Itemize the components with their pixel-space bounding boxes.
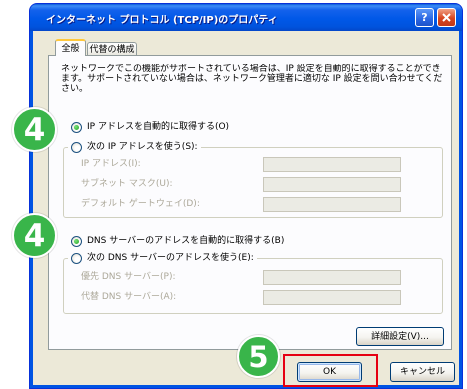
default-gateway-label: デフォルト ゲートウェイ(D): (81, 199, 200, 209)
ip-address-label: IP アドレス(I): (81, 159, 141, 169)
tcpip-properties-dialog: インターネット プロトコル (TCP/IP)のプロパティ ? 全般 代替の構成 … (30, 4, 462, 388)
close-icon (442, 13, 451, 22)
alternate-dns-label: 代替 DNS サーバー(A): (81, 292, 177, 302)
dns-manual-group (63, 258, 443, 314)
tab-alternate-configuration[interactable]: 代替の構成 (87, 42, 137, 56)
dns-auto-label: DNS サーバーのアドレスを自動的に取得する(B) (87, 236, 285, 246)
radio-indicator (71, 141, 82, 153)
dns-auto-radio[interactable]: DNS サーバーのアドレスを自動的に取得する(B) (71, 235, 284, 247)
ip-auto-label: IP アドレスを自動的に取得する(O) (87, 122, 230, 132)
dialog-body: 全般 代替の構成 ネットワークでこの機能がサポートされている場合は、IP 設定を… (33, 31, 459, 385)
tab-alternate-label: 代替の構成 (89, 44, 135, 55)
help-button[interactable]: ? (415, 8, 434, 27)
dns-manual-radio[interactable]: 次の DNS サーバーのアドレスを使う(E): (68, 252, 257, 264)
subnet-mask-label: サブネット マスク(U): (81, 179, 173, 189)
step-marker-4-ip: 4 (12, 107, 57, 152)
screenshot-stage: インターネット プロトコル (TCP/IP)のプロパティ ? 全般 代替の構成 … (0, 0, 467, 389)
radio-indicator (71, 121, 82, 133)
tab-general-label: 全般 (61, 43, 80, 54)
default-gateway-field[interactable] (263, 197, 401, 212)
alternate-dns-field[interactable] (263, 290, 401, 305)
tab-panel-general: ネットワークでこの機能がサポートされている場合は、IP 設定を自動的に取得するこ… (48, 55, 452, 350)
radio-indicator (71, 252, 82, 264)
title-bar[interactable]: インターネット プロトコル (TCP/IP)のプロパティ ? (30, 4, 462, 31)
dns-manual-label: 次の DNS サーバーのアドレスを使う(E): (87, 253, 254, 263)
ip-auto-radio[interactable]: IP アドレスを自動的に取得する(O) (71, 121, 229, 133)
subnet-mask-field[interactable] (263, 177, 401, 192)
cancel-button[interactable]: キャンセル (390, 362, 455, 382)
ip-manual-radio[interactable]: 次の IP アドレスを使う(S): (68, 141, 201, 153)
preferred-dns-field[interactable] (263, 270, 401, 285)
tab-general[interactable]: 全般 (55, 39, 86, 56)
advanced-button[interactable]: 詳細設定(V)... (356, 327, 444, 346)
preferred-dns-label: 優先 DNS サーバー(P): (81, 272, 176, 282)
ip-manual-label: 次の IP アドレスを使う(S): (87, 142, 198, 152)
step-marker-5-ok: 5 (237, 335, 280, 378)
ip-address-field[interactable] (263, 157, 401, 172)
window-title: インターネット プロトコル (TCP/IP)のプロパティ (46, 15, 278, 26)
close-button[interactable] (437, 8, 456, 27)
step-marker-4-dns: 4 (12, 213, 57, 258)
description-text: ネットワークでこの機能がサポートされている場合は、IP 設定を自動的に取得するこ… (61, 64, 443, 94)
help-icon: ? (421, 11, 428, 24)
radio-indicator (71, 235, 82, 247)
ok-button-highlight-box (283, 354, 378, 387)
